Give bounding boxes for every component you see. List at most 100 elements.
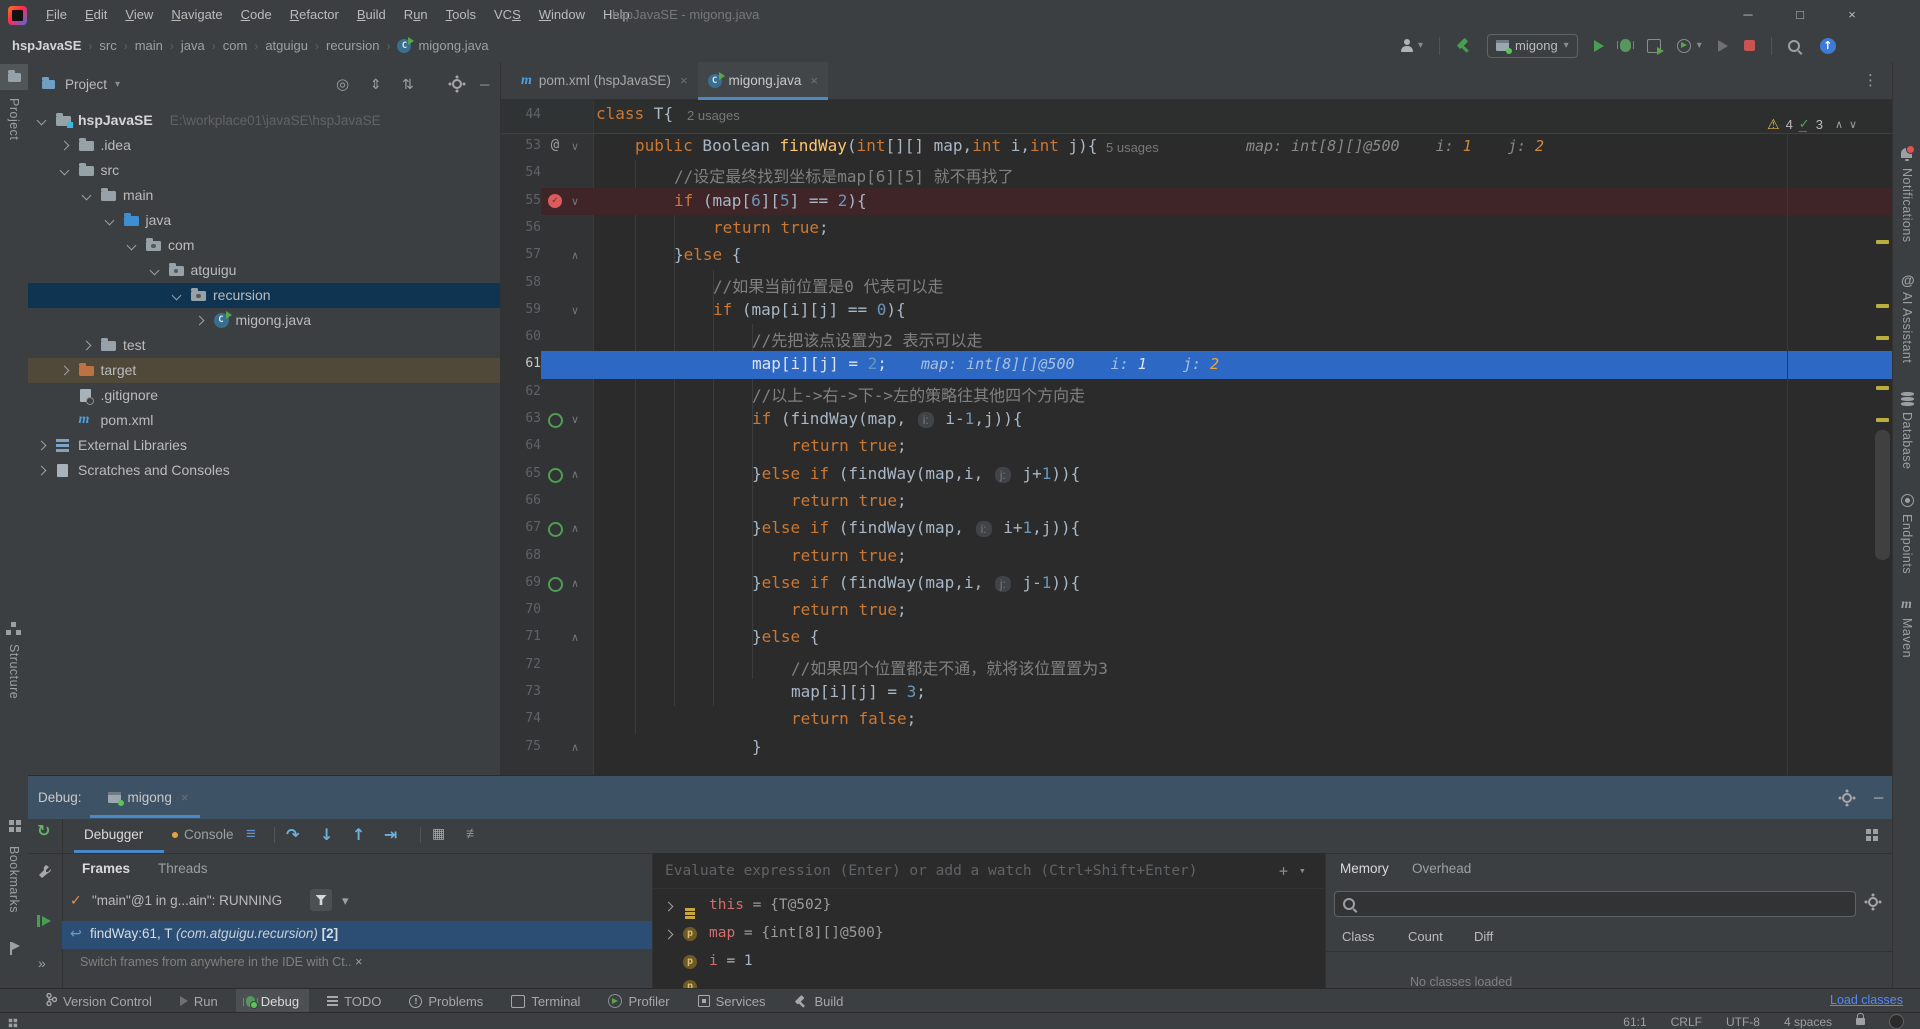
tree-row[interactable]: .gitignore [28, 383, 500, 408]
tab-frames[interactable]: Frames [82, 861, 130, 876]
build-hammer-icon[interactable] [1456, 38, 1471, 53]
structure-icon[interactable] [11, 622, 16, 627]
code-line[interactable]: 61map[i][j] = 2;map: int[8][]@500 i: 1 j… [501, 351, 1893, 378]
line-number[interactable]: 68 [501, 548, 541, 563]
line-number[interactable]: 66 [501, 493, 541, 508]
close-tip-icon[interactable]: × [352, 955, 363, 969]
usages-hint[interactable]: 5 usages [1106, 140, 1159, 155]
menu-refactor[interactable]: Refactor [281, 0, 348, 30]
load-classes-link[interactable]: Load classes [1830, 993, 1903, 1007]
code-line[interactable]: 56return true; [501, 215, 1893, 242]
coverage-button[interactable] [1647, 39, 1661, 53]
menu-vcs[interactable]: VCS [485, 0, 530, 30]
chevron-down-icon[interactable]: ▾ [1299, 864, 1306, 877]
database-icon[interactable] [1901, 392, 1914, 396]
breadcrumb-item[interactable]: com [223, 38, 248, 53]
code-line[interactable]: 60//先把该点设置为2 表示可以走 [501, 324, 1893, 351]
line-number[interactable]: 64 [501, 438, 541, 453]
memory-indicator-icon[interactable] [1889, 1014, 1904, 1029]
sidebar-item-notifications[interactable]: Notifications [1900, 168, 1914, 243]
toolwindow-button-build[interactable]: Build [783, 989, 853, 1013]
dropdown-caret-icon[interactable]: ▾ [1418, 40, 1423, 51]
warning-stripe-mark[interactable] [1876, 336, 1889, 340]
line-number[interactable]: 61 [501, 356, 541, 371]
line-number[interactable]: 73 [501, 684, 541, 699]
tree-row[interactable]: .idea [28, 133, 500, 158]
status-caret-position[interactable]: 61:1 [1623, 1015, 1646, 1029]
line-number[interactable]: 74 [501, 711, 541, 726]
warning-stripe-mark[interactable] [1876, 240, 1889, 244]
bell-icon[interactable] [1901, 148, 1912, 158]
line-number[interactable]: 72 [501, 657, 541, 672]
filter-button[interactable] [310, 889, 332, 911]
sidebar-item-ai-assistant[interactable]: AI Assistant [1900, 292, 1914, 363]
chevron-right-icon[interactable] [664, 901, 674, 911]
code-line[interactable]: 72//如果四个位置都走不通，就将该位置置为3 [501, 652, 1893, 679]
expand-all-icon[interactable]: ⇕ [370, 76, 382, 93]
tab-debugger[interactable]: Debugger [84, 827, 143, 842]
inspections-widget[interactable]: ⚠4✓﹏3∧∨ [1767, 112, 1857, 136]
breadcrumb-item[interactable]: atguigu [265, 38, 308, 53]
code-line[interactable]: 53@∨public Boolean findWay(int[][] map,i… [501, 133, 1893, 160]
run-config-combo[interactable]: migong▾ [1487, 34, 1578, 58]
toolwindow-button-terminal[interactable]: Terminal [501, 989, 590, 1013]
ok-count[interactable]: 3 [1816, 117, 1823, 132]
panels-icon[interactable] [9, 1019, 13, 1023]
evaluate-expression-icon[interactable]: ▦ [432, 825, 445, 842]
frame-row[interactable]: ↩findWay:61, T (com.atguigu.recursion) [… [62, 921, 652, 949]
tree-row[interactable]: hspJavaSEE:\workplace01\javaSE\hspJavaSE [28, 108, 500, 133]
add-watch-icon[interactable]: + [1279, 862, 1288, 880]
menu-edit[interactable]: Edit [76, 0, 116, 30]
toolwindow-button-services[interactable]: Services [688, 989, 776, 1013]
tree-row[interactable]: Scratches and Consoles [28, 458, 500, 483]
tree-row[interactable]: target [28, 358, 500, 383]
menu-tools[interactable]: Tools [437, 0, 485, 30]
minimize-panel-icon[interactable]: ─ [480, 77, 489, 92]
code-line[interactable]: 62//以上->右->下->左的策略往其他四个方向走 [501, 379, 1893, 406]
close-tab-icon[interactable]: × [181, 790, 189, 805]
toolwindow-button-profiler[interactable]: Profiler [598, 989, 679, 1013]
code-line[interactable]: 64return true; [501, 433, 1893, 460]
maven-icon[interactable]: m [1901, 598, 1912, 612]
tree-row[interactable]: main [28, 183, 500, 208]
collapse-all-icon[interactable]: ⇅ [402, 76, 414, 93]
editor-tab-pom[interactable]: mpom.xml (hspJavaSE)× [511, 62, 698, 99]
tree-row[interactable]: src [28, 158, 500, 183]
line-number[interactable]: 59 [501, 302, 541, 317]
minimize-window-icon[interactable]: ─ [1725, 0, 1771, 30]
bookmark-flag-icon[interactable] [10, 942, 12, 955]
menu-navigate[interactable]: Navigate [162, 0, 231, 30]
code-line[interactable]: 68return true; [501, 543, 1893, 570]
tab-memory[interactable]: Memory [1340, 861, 1389, 876]
chevron-down-icon[interactable]: ▾ [342, 893, 349, 909]
toolwindow-button-version-control[interactable]: Version Control [36, 989, 162, 1013]
status-encoding[interactable]: UTF-8 [1726, 1015, 1760, 1029]
toolwindow-button-problems[interactable]: !Problems [399, 989, 493, 1013]
at-icon[interactable]: @ [1901, 272, 1915, 288]
code-line[interactable]: 73map[i][j] = 3; [501, 679, 1893, 706]
line-number[interactable]: 54 [501, 165, 541, 180]
tab-overhead[interactable]: Overhead [1412, 861, 1471, 876]
profiler-caret-icon[interactable]: ▾ [1697, 40, 1702, 51]
update-icon[interactable]: ↑ [1820, 38, 1836, 54]
fold-marker-icon[interactable]: ∧ [565, 522, 585, 535]
code-line[interactable]: 57∧}else { [501, 242, 1893, 269]
line-number[interactable]: 63 [501, 411, 541, 426]
code-line[interactable]: 55✓∨if (map[6][5] == 2){ [501, 188, 1893, 215]
chevron-right-icon[interactable] [664, 929, 674, 939]
breadcrumb-item[interactable]: src [99, 38, 116, 53]
line-number[interactable]: 75 [501, 739, 541, 754]
debug-session-tab[interactable]: migong× [108, 790, 189, 805]
close-tab-icon[interactable]: × [680, 73, 688, 88]
user-icon[interactable] [1400, 39, 1414, 52]
line-number[interactable]: 62 [501, 384, 541, 399]
stop-button[interactable] [1744, 40, 1755, 51]
resume-icon[interactable] [37, 915, 51, 927]
more-actions-icon[interactable]: » [38, 955, 46, 971]
warning-count[interactable]: 4 [1786, 117, 1793, 132]
fold-marker-icon[interactable]: ∧ [565, 249, 585, 262]
column-header-class[interactable]: Class [1342, 929, 1375, 944]
line-number[interactable]: 53 [501, 138, 541, 153]
project-view-title[interactable]: Project [65, 77, 107, 92]
editor-tab-migong[interactable]: Cmigong.java× [698, 62, 828, 99]
